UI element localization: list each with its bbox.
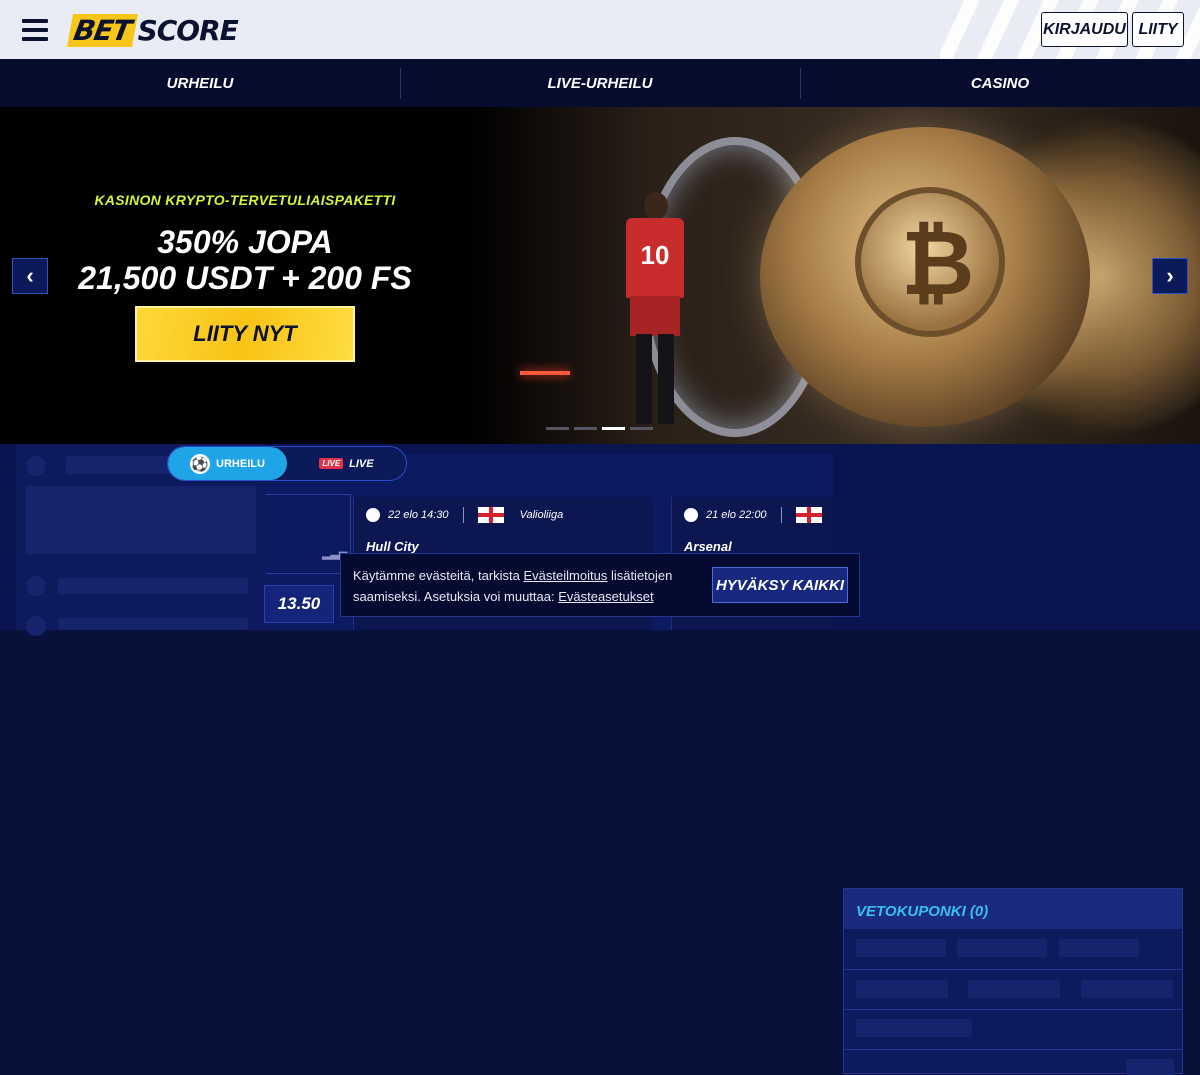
promo-headline-line2: 21,500 USDT + 200 FS bbox=[78, 260, 412, 296]
divider bbox=[844, 969, 1182, 970]
football-icon bbox=[366, 508, 380, 522]
match-meta: 21 elo 22:00 V bbox=[684, 507, 833, 523]
divider bbox=[844, 1049, 1182, 1050]
main-nav: URHEILU LIVE-URHEILU CASINO bbox=[0, 59, 1200, 107]
skeleton-bar bbox=[1126, 1059, 1174, 1075]
logo[interactable]: BET SCORE bbox=[67, 13, 239, 47]
football-icon: ⚽ bbox=[190, 453, 211, 474]
skeleton-circle bbox=[26, 576, 46, 596]
player-figure: 10 bbox=[620, 192, 690, 432]
divider bbox=[780, 507, 782, 523]
chevron-left-icon: ‹ bbox=[26, 263, 34, 288]
betslip-panel: VETOKUPONKI (0) bbox=[843, 888, 1183, 1075]
divider bbox=[462, 507, 464, 523]
nav-item-live-sports[interactable]: LIVE-URHEILU bbox=[400, 59, 800, 107]
cookie-text: Käytämme evästeitä, tarkista Evästeilmoi… bbox=[353, 565, 703, 607]
skeleton-bar bbox=[58, 618, 248, 630]
prev-slide-button[interactable]: ‹ bbox=[12, 258, 48, 294]
sports-live-toggle: ⚽ URHEILU LIVE LIVE bbox=[167, 446, 407, 481]
match-date: 22 elo 14:30 bbox=[388, 509, 449, 521]
player-shirt: 10 bbox=[626, 218, 684, 298]
menu-icon[interactable] bbox=[22, 19, 48, 41]
skeleton-bar bbox=[856, 980, 948, 998]
slide-dot[interactable] bbox=[574, 427, 597, 430]
skeleton-bar bbox=[856, 1019, 972, 1037]
tab-live-label: LIVE bbox=[349, 457, 374, 470]
skeleton-block bbox=[26, 486, 256, 554]
join-now-button[interactable]: LIITY NYT bbox=[135, 306, 355, 362]
slide-dot[interactable] bbox=[630, 427, 653, 430]
england-flag-icon bbox=[795, 507, 822, 523]
skeleton-bar bbox=[1059, 939, 1139, 957]
cookie-banner: Käytämme evästeitä, tarkista Evästeilmoi… bbox=[340, 553, 860, 617]
live-badge: LIVE bbox=[319, 458, 344, 469]
player-number: 10 bbox=[640, 240, 670, 270]
league-name: Valioliiga bbox=[519, 509, 564, 521]
bitcoin-icon: ₿ bbox=[901, 211, 975, 316]
player-leg-left bbox=[636, 334, 652, 424]
red-arrow-decoration bbox=[520, 371, 570, 375]
divider bbox=[844, 1009, 1182, 1010]
football-icon bbox=[684, 508, 698, 522]
skeleton-bar bbox=[58, 578, 248, 594]
chevron-right-icon: › bbox=[1166, 263, 1174, 288]
betslip-title[interactable]: VETOKUPONKI (0) bbox=[844, 889, 1182, 929]
player-shorts bbox=[630, 296, 680, 336]
skeleton-circle bbox=[26, 616, 46, 636]
nav-item-casino[interactable]: CASINO bbox=[800, 59, 1200, 107]
accept-all-cookies-button[interactable]: HYVÄKSY KAIKKI bbox=[712, 567, 848, 603]
hero-text: KASINON KRYPTO-TERVETULIAISPAKETTI 350% … bbox=[60, 192, 430, 362]
slide-dot[interactable] bbox=[546, 427, 569, 430]
logo-bet: BET bbox=[67, 13, 138, 47]
cookie-text-part1: Käytämme evästeitä, tarkista bbox=[353, 568, 524, 583]
home-team: Arsenal bbox=[684, 539, 732, 554]
hero-banner[interactable]: ₿ 10 KASINON KRYPTO-TERVETULIAISPAKETTI … bbox=[0, 107, 1200, 444]
logo-score: SCORE bbox=[137, 13, 239, 47]
player-head bbox=[644, 192, 668, 220]
odds-button[interactable]: 13.50 bbox=[264, 585, 334, 623]
match-date: 21 elo 22:00 bbox=[706, 509, 767, 521]
tab-sports[interactable]: ⚽ URHEILU bbox=[168, 447, 287, 480]
bitcoin-coin-image: ₿ bbox=[760, 127, 1090, 427]
skeleton-bar bbox=[1081, 980, 1173, 998]
home-team: Hull City bbox=[366, 539, 419, 554]
skeleton-bar bbox=[957, 939, 1047, 957]
pitch-graphic bbox=[266, 494, 351, 574]
login-button[interactable]: KIRJAUDU bbox=[1041, 12, 1128, 47]
england-flag-icon bbox=[477, 507, 504, 523]
slide-indicators bbox=[546, 427, 653, 430]
skeleton-bar bbox=[968, 980, 1060, 998]
promo-subtitle: KASINON KRYPTO-TERVETULIAISPAKETTI bbox=[94, 192, 396, 208]
cookie-notice-link[interactable]: Evästeilmoitus bbox=[524, 568, 608, 583]
skeleton-bar bbox=[856, 939, 946, 957]
join-button[interactable]: LIITY bbox=[1132, 12, 1184, 47]
skeleton-circle bbox=[26, 456, 46, 476]
next-slide-button[interactable]: › bbox=[1152, 258, 1188, 294]
nav-item-sports[interactable]: URHEILU bbox=[0, 59, 400, 107]
player-leg-right bbox=[658, 334, 674, 424]
tab-sports-label: URHEILU bbox=[216, 457, 265, 470]
match-meta: 22 elo 14:30 Valioliiga bbox=[366, 507, 641, 523]
slide-dot-active[interactable] bbox=[602, 427, 625, 430]
tab-live[interactable]: LIVE LIVE bbox=[287, 447, 406, 480]
coin-center: ₿ bbox=[855, 187, 1005, 337]
hero-illustration: ₿ 10 bbox=[470, 107, 1200, 444]
promo-headline-line1: 350% JOPA bbox=[157, 224, 333, 260]
top-bar: BET SCORE KIRJAUDU LIITY bbox=[0, 0, 1200, 59]
cookie-settings-link[interactable]: Evästeasetukset bbox=[558, 589, 653, 604]
